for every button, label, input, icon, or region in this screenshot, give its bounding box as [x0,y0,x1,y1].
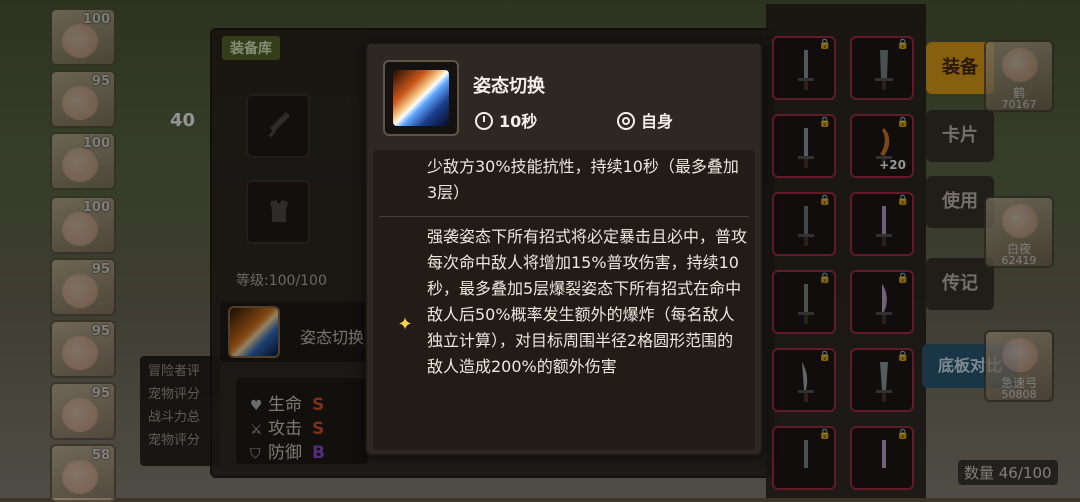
tooltip-description[interactable]: 少敌方30%技能抗性，持续10秒（最多叠加3层） 强袭姿态下所有招式将必定暴击且… [373,150,755,450]
target-icon [617,112,635,130]
slash-icon [393,70,449,126]
skill-icon [383,60,459,136]
clock-icon [475,112,493,130]
target-value: 自身 [641,112,674,131]
cooldown: 10秒 [475,108,537,132]
description-part1: 少敌方30%技能抗性，持续10秒（最多叠加3层） [427,157,739,202]
skill-tooltip: 姿态切换 10秒 自身 少敌方30%技能抗性，持续10秒（最多叠加3层） 强袭姿… [365,42,763,456]
description-part2: 强袭姿态下所有招式将必定暴击且必中，普攻每次命中敌人将增加15%普攻伤害，持续1… [427,227,748,376]
target: 自身 [617,108,673,132]
cooldown-value: 10秒 [499,112,538,131]
sparkle-icon: ✦ [397,314,413,335]
tooltip-header: 姿态切换 10秒 自身 [367,44,761,148]
skill-title: 姿态切换 [473,76,545,97]
divider [379,216,749,217]
